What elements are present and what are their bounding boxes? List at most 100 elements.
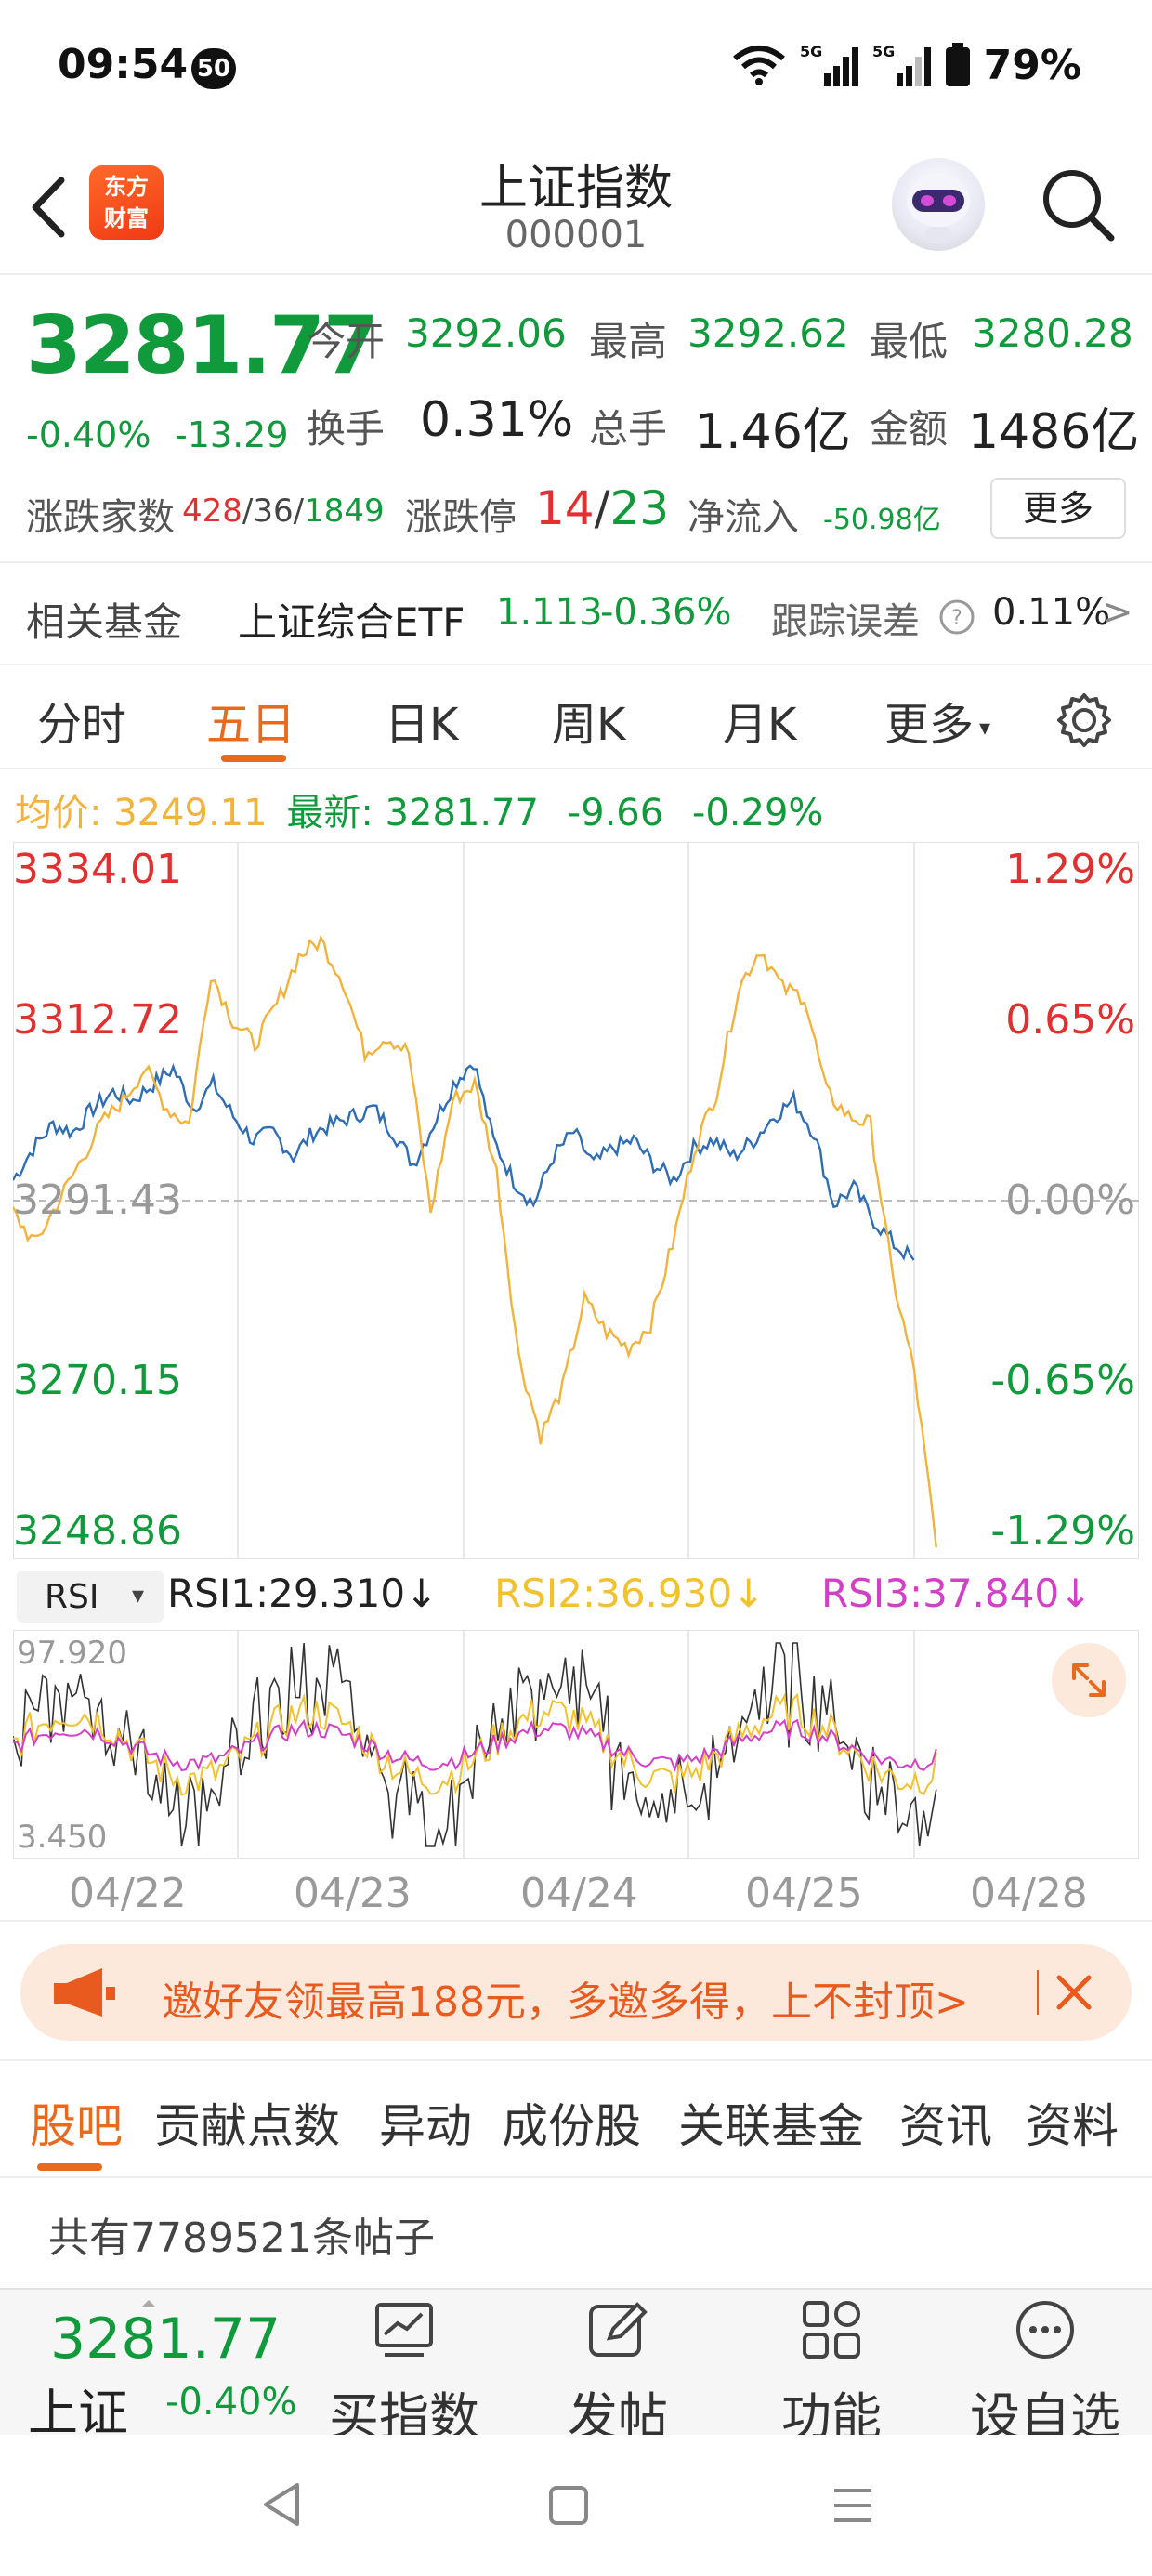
y-right-tick: 0.65% xyxy=(1005,996,1135,1044)
tab-news[interactable]: 资讯 xyxy=(899,2089,992,2156)
tab-more[interactable]: 更多 ▾ xyxy=(884,688,990,753)
change-percent: -0.40% xyxy=(26,414,151,455)
tab-weekly-k[interactable]: 周K xyxy=(552,688,625,753)
wifi-icon xyxy=(732,46,785,85)
tracking-error-value: 0.11% xyxy=(992,591,1111,634)
change-value: -13.29 xyxy=(175,414,289,455)
grid-apps-icon xyxy=(803,2301,860,2359)
more-button[interactable]: 更多 xyxy=(990,478,1126,539)
edit-icon xyxy=(589,2302,648,2357)
date-label-1: 04/23 xyxy=(294,1870,412,1917)
rsi2-readout: RSI2:36.930↓ xyxy=(494,1571,766,1616)
turnover-label: 换手 xyxy=(307,406,386,452)
tab-monthly-k[interactable]: 月K xyxy=(723,688,796,753)
fund-label: 相关基金 xyxy=(26,599,183,645)
mini-price: 3281.77 xyxy=(50,2307,281,2372)
y-right-tick: -0.65% xyxy=(990,1357,1135,1404)
latest-pct: -0.29% xyxy=(691,792,824,835)
status-icons: 5G 5G 79% xyxy=(731,37,1081,93)
functions-button[interactable]: 功能 xyxy=(743,2290,920,2446)
promo-banner[interactable]: 邀好友领最高188元，多邀多得，上不封顶> xyxy=(20,1944,1132,2041)
average-price-row: 均价: 3249.11 最新: 3281.77 -9.66 -0.29% xyxy=(15,782,823,836)
chart-trend-icon xyxy=(375,2303,433,2357)
promo-text: 邀好友领最高188元，多邀多得，上不封顶> xyxy=(162,1978,969,2026)
limit-up: 14 xyxy=(535,481,595,535)
add-watchlist-button[interactable]: 设自选 xyxy=(957,2290,1133,2446)
search-icon[interactable] xyxy=(1039,165,1117,243)
active-content-tab-indicator xyxy=(37,2163,102,2171)
netflow-value: -50.98亿 xyxy=(823,504,941,536)
tab-five-day[interactable]: 五日 xyxy=(206,688,295,753)
dropdown-arrow-icon: ▾ xyxy=(979,715,991,741)
nav-menu-icon[interactable] xyxy=(832,2485,873,2526)
tab-profile[interactable]: 资料 xyxy=(1026,2089,1119,2156)
breadth-label: 涨跌家数 xyxy=(26,496,175,539)
battery-icon xyxy=(945,43,970,86)
turnover-value: 0.31% xyxy=(420,392,574,448)
related-fund-row[interactable]: 相关基金 上证综合ETF 1.113 -0.36% 跟踪误差 ? 0.11% > xyxy=(0,561,1152,665)
breadth-up: 428 xyxy=(182,493,242,530)
network-type-label-2: 5G xyxy=(872,43,895,60)
close-icon[interactable] xyxy=(1054,1972,1094,2013)
rsi-line-1 xyxy=(13,1642,937,1847)
date-axis: 04/22 04/23 04/24 04/25 04/28 xyxy=(0,1866,1152,1922)
limit-label: 涨跌停 xyxy=(405,496,517,539)
tracking-error-label: 跟踪误差 xyxy=(771,600,920,643)
limit-down: 23 xyxy=(609,481,670,535)
tab-constituents[interactable]: 成份股 xyxy=(502,2089,641,2156)
rsi1-readout: RSI1:29.310↓ xyxy=(167,1571,439,1616)
bottom-action-bar: 3281.77 上证 -0.40% 买指数 发帖 功能 设自选 xyxy=(0,2288,1152,2446)
tab-related-funds[interactable]: 关联基金 xyxy=(678,2089,864,2156)
chart-tabs: 分时 五日 日K 周K 月K 更多 ▾ xyxy=(0,665,1152,769)
tab-intraday[interactable]: 分时 xyxy=(37,688,126,753)
rsi-frame xyxy=(13,1630,1139,1859)
system-nav-bar xyxy=(0,2435,1152,2576)
y-left-tick: 3248.86 xyxy=(13,1507,182,1555)
low-label: 最低 xyxy=(870,319,949,364)
avg-value: 3249.11 xyxy=(113,792,268,835)
volume-value: 1.46亿 xyxy=(695,404,851,460)
battery-percent: 79% xyxy=(983,41,1081,89)
amount-label: 金额 xyxy=(870,406,949,452)
five-day-price-chart[interactable]: 3334.01 3312.72 3291.43 3270.15 3248.86 1.29%… xyxy=(13,842,1139,1559)
status-bar: 09:54 50 5G 5G 79% xyxy=(0,0,1152,139)
latest-label: 最新: xyxy=(286,792,373,835)
help-icon[interactable]: ? xyxy=(938,598,975,636)
svg-text:?: ? xyxy=(951,607,962,630)
fund-pct: -0.36% xyxy=(600,591,732,634)
settings-gear-icon[interactable] xyxy=(1055,691,1113,749)
y-right-tick: -1.29% xyxy=(990,1507,1135,1555)
fund-price: 1.113 xyxy=(496,591,603,634)
nav-home-icon[interactable] xyxy=(548,2485,589,2526)
latest-change: -9.66 xyxy=(567,792,664,835)
y-right-tick: 1.29% xyxy=(1005,846,1135,893)
indicator-select[interactable]: RSI ▾ xyxy=(17,1571,164,1623)
tab-contribution[interactable]: 贡献点数 xyxy=(154,2089,340,2156)
date-label-2: 04/24 xyxy=(520,1870,638,1917)
rsi-indicator-chart[interactable]: 97.920 3.450 xyxy=(13,1630,1139,1859)
buy-index-button[interactable]: 买指数 xyxy=(316,2290,492,2446)
high-value: 3292.62 xyxy=(687,310,849,356)
megaphone-icon xyxy=(54,1968,115,2017)
limit-values: 14/23 xyxy=(535,481,669,535)
content-tabs: 股吧 贡献点数 异动 成份股 关联基金 资讯 资料 xyxy=(0,2059,1152,2178)
rsi-line-2 xyxy=(13,1692,937,1796)
tab-movement[interactable]: 异动 xyxy=(379,2089,472,2156)
post-button[interactable]: 发帖 xyxy=(530,2290,706,2446)
fund-name: 上证综合ETF xyxy=(238,599,465,645)
indicator-select-value: RSI xyxy=(45,1578,99,1616)
y-right-tick: 0.00% xyxy=(1005,1176,1135,1224)
tab-more-label: 更多 xyxy=(884,699,975,751)
tab-guba[interactable]: 股吧 xyxy=(30,2089,123,2156)
robot-assistant-icon[interactable] xyxy=(892,158,985,251)
index-mini-quote[interactable]: 3281.77 上证 -0.40% xyxy=(0,2290,307,2442)
amount-value: 1486亿 xyxy=(968,404,1140,460)
nav-back-icon[interactable] xyxy=(260,2481,303,2528)
date-label-4: 04/28 xyxy=(970,1870,1088,1917)
mini-pct: -0.40% xyxy=(165,2381,297,2424)
rsi-series xyxy=(13,1642,937,1847)
date-label-3: 04/25 xyxy=(745,1870,863,1917)
expand-icon[interactable] xyxy=(1052,1643,1126,1717)
open-label: 今开 xyxy=(307,319,386,364)
tab-daily-k[interactable]: 日K xyxy=(385,688,458,753)
